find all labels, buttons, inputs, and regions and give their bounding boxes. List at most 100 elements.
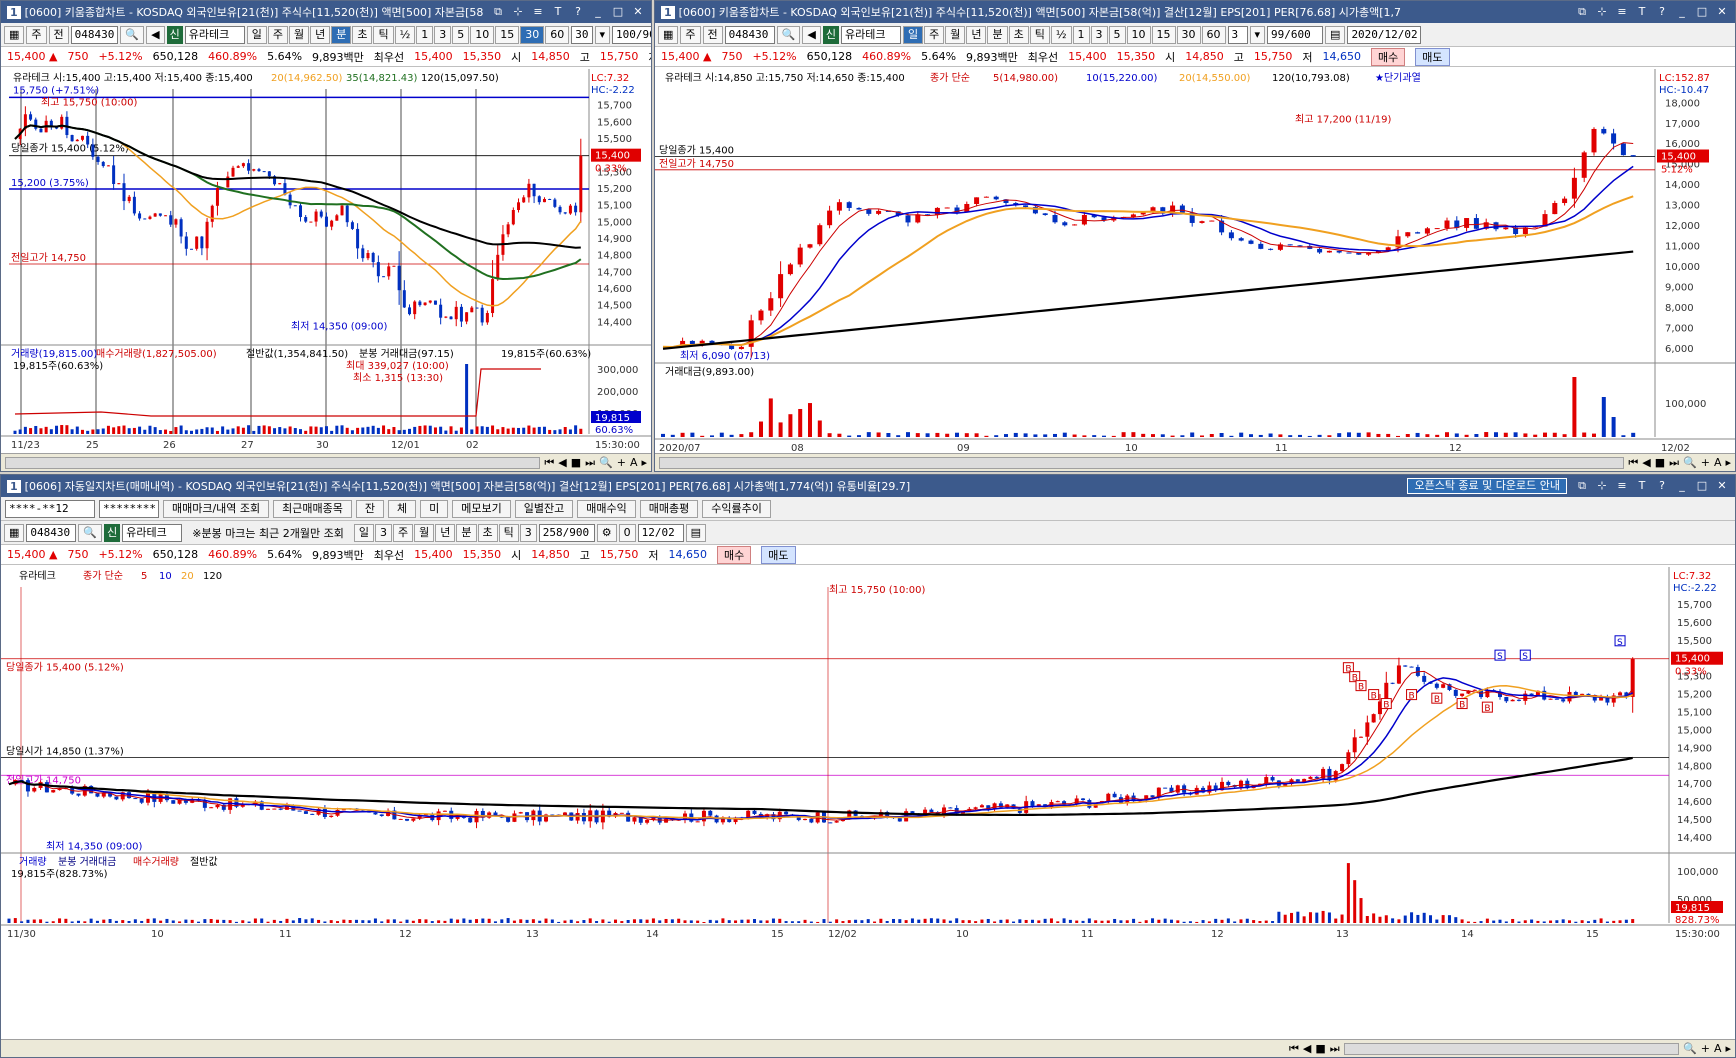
sell-button[interactable]: 매도: [1415, 47, 1450, 66]
pin-icon[interactable]: ⊹: [1595, 5, 1609, 19]
period-button[interactable]: 15: [495, 25, 520, 44]
period-button[interactable]: 일: [246, 25, 267, 44]
chart-area[interactable]: 15,70015,60015,50015,40015,30015,20015,1…: [1, 69, 651, 453]
period-button[interactable]: 월: [414, 523, 435, 542]
window-titlebar[interactable]: 1 [0600] 키움종합차트 - KOSDAQ 외국인보유[21(천)] 주식…: [655, 1, 1735, 23]
chart-scrollbar[interactable]: ⏮ ◀ ■ ⏭ 🔍 + A ▸: [1, 453, 651, 471]
scroll-track[interactable]: [659, 456, 1625, 469]
code-input[interactable]: 048430: [724, 25, 775, 44]
resize-icon[interactable]: ≡: [1615, 479, 1629, 493]
date-checkbox[interactable]: 0: [618, 523, 636, 542]
prev-page-icon[interactable]: ◀: [558, 456, 566, 470]
dropdown-icon[interactable]: ▾: [594, 25, 611, 44]
minimize-icon[interactable]: _: [1675, 479, 1689, 493]
plus-icon[interactable]: +: [617, 456, 626, 470]
ju-select[interactable]: 주: [680, 25, 701, 44]
search-icon[interactable]: 🔍: [120, 25, 145, 44]
period-button[interactable]: 5: [1108, 25, 1126, 44]
menu-button[interactable]: 메모보기: [452, 499, 511, 518]
period-button[interactable]: 주: [267, 25, 288, 44]
menu-button[interactable]: 매매총평: [639, 499, 699, 518]
date-input[interactable]: 2020/12/02: [1347, 25, 1422, 44]
code-input[interactable]: 048430: [26, 523, 77, 542]
next-page-icon[interactable]: ⏭: [585, 456, 595, 470]
menu-button[interactable]: 매매마크/내역 조회: [163, 499, 270, 518]
help-icon[interactable]: ?: [1655, 479, 1669, 493]
scroll-right-icon[interactable]: ▸: [1725, 1042, 1731, 1055]
scroll-track[interactable]: [5, 456, 541, 469]
daily-chart-svg[interactable]: 18,00017,00016,00015,00014,00013,00012,0…: [655, 69, 1735, 454]
help-icon[interactable]: ?: [1655, 5, 1669, 19]
journal-chart-svg[interactable]: 15,70015,60015,50015,40015,30015,20015,1…: [1, 567, 1735, 1039]
menu-button[interactable]: 체: [388, 499, 417, 518]
window-titlebar[interactable]: 1 [0600] 키움종합차트 - KOSDAQ 외국인보유[21(천)] 주식…: [1, 1, 651, 23]
password-input[interactable]: ********: [99, 499, 159, 518]
plus-icon[interactable]: +: [1701, 1042, 1710, 1055]
calendar-icon[interactable]: ▤: [1325, 25, 1346, 44]
period-button[interactable]: 틱: [498, 523, 519, 542]
scroll-right-icon[interactable]: ▸: [1725, 456, 1731, 470]
code-input[interactable]: 048430: [70, 25, 119, 44]
account-input[interactable]: ****-**12: [5, 499, 95, 518]
period-button[interactable]: 10: [1126, 25, 1151, 44]
chart-area[interactable]: 15,70015,60015,50015,40015,30015,20015,1…: [1, 567, 1735, 1039]
text-icon[interactable]: T: [1635, 479, 1649, 493]
period-button[interactable]: 틱: [1029, 25, 1050, 44]
minute-chart-svg[interactable]: 15,70015,60015,50015,40015,30015,20015,1…: [1, 69, 651, 453]
period-button[interactable]: 10: [470, 25, 495, 44]
period-button[interactable]: 년: [310, 25, 331, 44]
menu-button[interactable]: 매매수익: [577, 499, 636, 518]
menu-button[interactable]: 미: [420, 499, 449, 518]
plus-icon[interactable]: +: [1701, 456, 1710, 470]
period-button[interactable]: 주: [393, 523, 414, 542]
jeon-button[interactable]: 전: [48, 25, 69, 44]
period-button[interactable]: 분: [331, 25, 352, 44]
settings-icon[interactable]: ▦: [4, 523, 25, 542]
count-input[interactable]: 100/900: [612, 25, 651, 44]
period-button[interactable]: 1: [416, 25, 434, 44]
font-icon[interactable]: A: [630, 456, 638, 470]
zoom-icon[interactable]: 🔍: [1683, 456, 1697, 470]
font-icon[interactable]: A: [1714, 1042, 1722, 1055]
menu-button[interactable]: 수익률추이: [702, 499, 771, 518]
dropdown-icon[interactable]: ▾: [1249, 25, 1266, 44]
prev-icon[interactable]: ◀: [146, 25, 165, 44]
font-icon[interactable]: A: [1714, 456, 1722, 470]
period-button[interactable]: 3: [519, 523, 537, 542]
calendar-icon[interactable]: ▤: [685, 523, 707, 542]
period-button[interactable]: ½: [1050, 25, 1072, 44]
buy-button[interactable]: 매수: [1371, 47, 1406, 66]
first-icon[interactable]: ⏮: [544, 456, 554, 470]
buy-button[interactable]: 매수: [717, 545, 752, 564]
search-icon[interactable]: 🔍: [78, 523, 103, 542]
menu-button[interactable]: 잔: [355, 499, 385, 518]
period-button[interactable]: 주: [924, 25, 945, 44]
minimize-icon[interactable]: _: [591, 5, 605, 19]
maximize-icon[interactable]: □: [1695, 479, 1709, 493]
period-button[interactable]: 1: [1072, 25, 1090, 44]
period-button[interactable]: 초: [1008, 25, 1029, 44]
scroll-track[interactable]: [1343, 1042, 1680, 1055]
first-icon[interactable]: ⏮: [1628, 456, 1638, 470]
period-button[interactable]: 년: [435, 523, 456, 542]
minimize-icon[interactable]: _: [1675, 5, 1689, 19]
zoom-icon[interactable]: 🔍: [599, 456, 613, 470]
period-button[interactable]: 일: [353, 523, 375, 542]
scroll-right-icon[interactable]: ▸: [641, 456, 647, 470]
stop-icon[interactable]: ■: [1655, 456, 1665, 470]
pin-icon[interactable]: ⊹: [1595, 479, 1609, 493]
prev-page-icon[interactable]: ◀: [1303, 1042, 1311, 1056]
date-input[interactable]: 12/02: [637, 523, 684, 542]
settings-icon[interactable]: ▦: [4, 25, 25, 44]
window-titlebar[interactable]: 1 [0606] 자동일지차트(매매내역) - KOSDAQ 외국인보유[21(…: [1, 475, 1735, 497]
period-button[interactable]: ½: [394, 25, 416, 44]
count-input[interactable]: 99/600: [1267, 25, 1324, 44]
period-button[interactable]: 월: [288, 25, 310, 44]
stop-icon[interactable]: ■: [571, 456, 581, 470]
interval-input[interactable]: 30: [571, 25, 593, 44]
count-input[interactable]: 258/900: [538, 523, 595, 542]
maximize-icon[interactable]: □: [1695, 5, 1709, 19]
settings-gear-icon[interactable]: ⚙: [596, 523, 617, 542]
period-button[interactable]: 3: [1090, 25, 1108, 44]
sell-button[interactable]: 매도: [761, 545, 796, 564]
